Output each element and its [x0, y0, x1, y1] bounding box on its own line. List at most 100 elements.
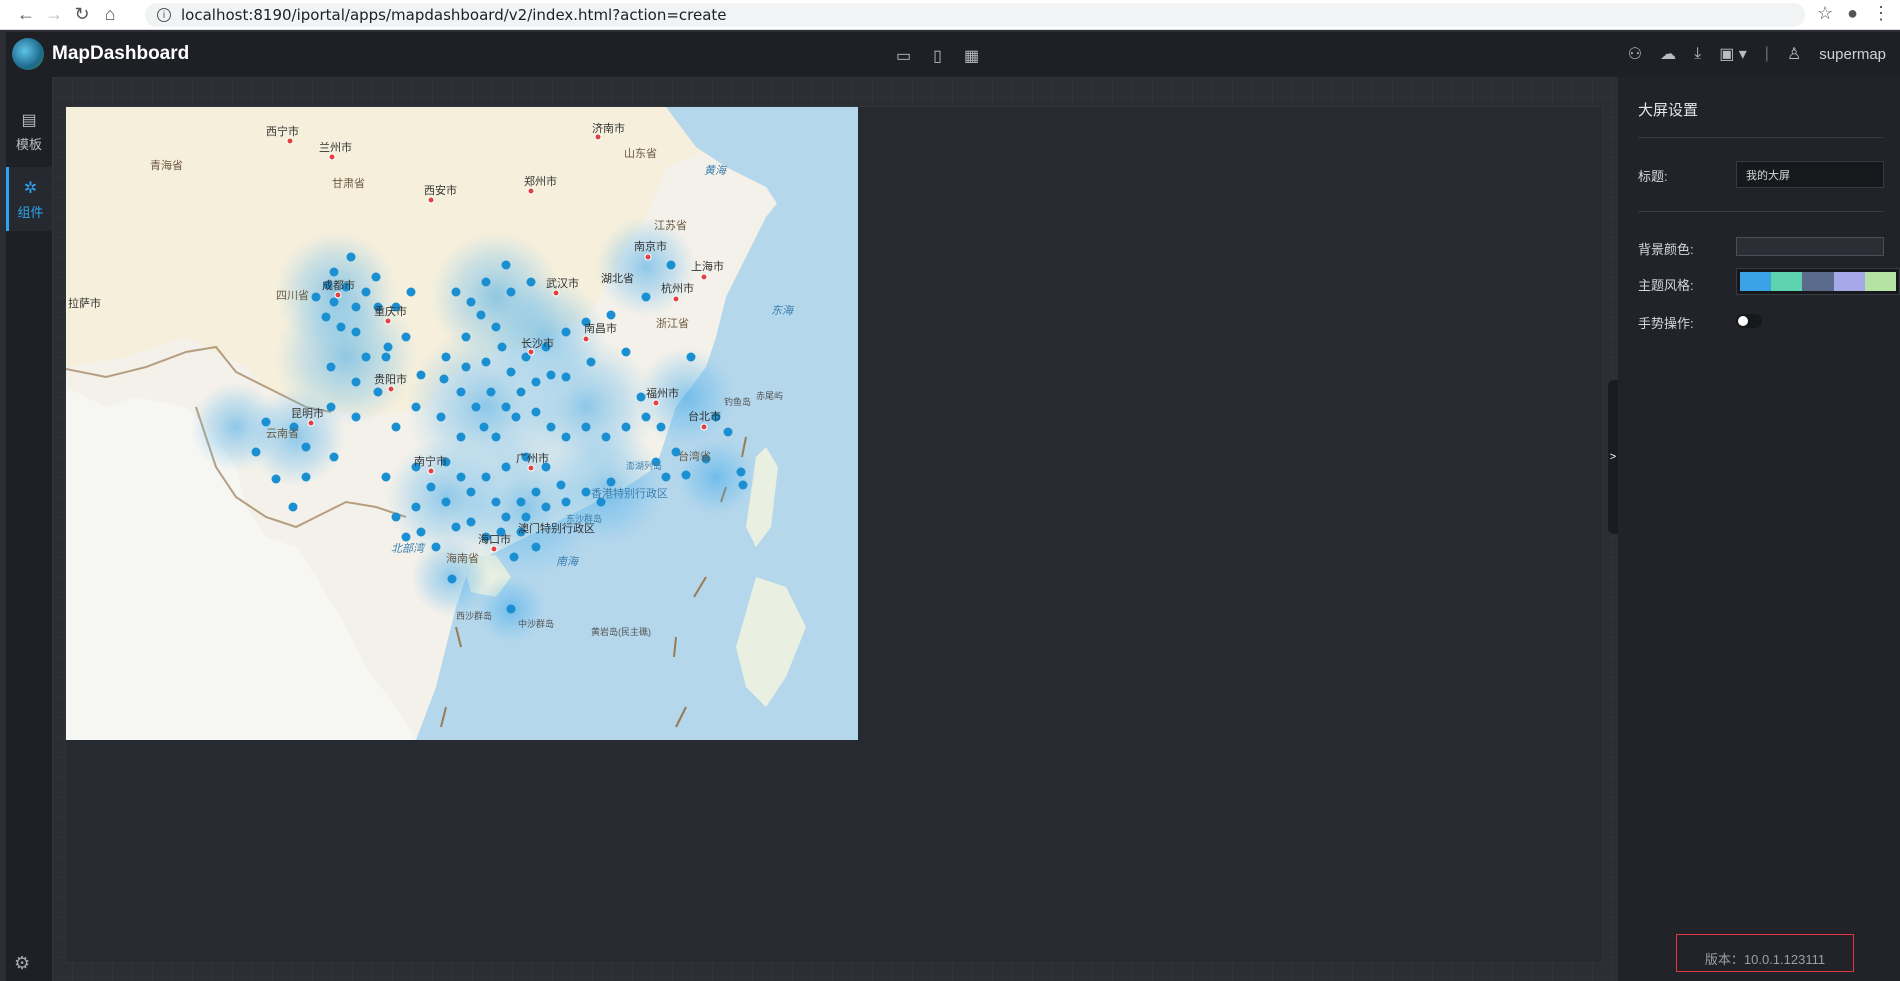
map-label: 海口市	[478, 532, 511, 546]
header-divider: |	[1764, 45, 1769, 62]
map-label: 武汉市	[546, 276, 579, 290]
url-text: localhost:8190/iportal/apps/mapdashboard…	[181, 6, 727, 24]
nine-dash-line	[440, 706, 447, 728]
map-label: 广州市	[516, 451, 549, 465]
template-icon: ▤	[21, 111, 37, 129]
map-label: 南京市	[634, 239, 667, 253]
map-label: 青海省	[150, 158, 183, 172]
component-icon: ✲	[23, 179, 38, 197]
map-label: 湖北省	[601, 272, 634, 285]
map-label: 云南省	[266, 427, 299, 440]
sidebar-item-component[interactable]: ✲ 组件	[6, 167, 52, 231]
map-label: 郑州市	[524, 174, 557, 188]
map-label: 海南省	[446, 551, 479, 565]
sidebar-item-template[interactable]: ▤ 模板	[6, 99, 52, 163]
app-header: MapDashboard ▭ ▯ ▦ ⚇ ☁ ⤓ ▣ ▾ | ♙ superma…	[6, 32, 1900, 77]
map-label: 西宁市	[266, 124, 299, 138]
map-label: 香港特别行政区	[591, 486, 668, 500]
download-icon[interactable]: ⤓	[1694, 45, 1701, 63]
map-widget[interactable]: 西宁市 兰州市 青海省 甘肃省 西安市 郑州市 济南市 山东省 黄海 南京市 江…	[66, 107, 858, 740]
menu-icon[interactable]: ⋮	[1872, 3, 1890, 24]
theme-color-swatch	[1740, 272, 1772, 291]
bg-color-label: 背景颜色:	[1638, 242, 1694, 257]
app-title: MapDashboard	[52, 43, 190, 64]
nine-dash-line	[455, 626, 462, 648]
map-label: 甘肃省	[332, 177, 365, 190]
sidebar-item-label: 模板	[15, 136, 42, 152]
heatmap-map[interactable]: 西宁市 兰州市 青海省 甘肃省 西安市 郑州市 济南市 山东省 黄海 南京市 江…	[66, 107, 858, 740]
account-icon[interactable]: ●	[1847, 3, 1858, 24]
gear-icon[interactable]: ⚙	[14, 953, 30, 974]
home-icon[interactable]: ⌂	[96, 1, 124, 29]
toggle-knob	[1738, 316, 1748, 326]
map-label: 兰州市	[319, 140, 352, 154]
panel-collapse-button[interactable]: >	[1608, 380, 1618, 534]
theme-select[interactable]	[1736, 268, 1900, 295]
dashboard-canvas: 西宁市 兰州市 青海省 甘肃省 西安市 郑州市 济南市 山东省 黄海 南京市 江…	[52, 77, 1617, 981]
reload-icon[interactable]: ↻	[68, 1, 96, 29]
map-label: 长沙市	[521, 336, 554, 350]
title-label: 标题:	[1638, 169, 1668, 184]
map-label: 北部湾	[391, 542, 426, 555]
map-label: 四川省	[276, 289, 309, 302]
map-label: 东沙群岛	[566, 513, 602, 524]
map-label: 黄岩岛(民主礁)	[591, 626, 651, 637]
map-label: 中沙群岛	[518, 618, 554, 629]
settings-panel: 大屏设置 标题: 背景颜色: 主题风格: 手势操作: 版本：10.0.1.123…	[1618, 77, 1900, 981]
map-label: 拉萨市	[68, 296, 101, 310]
map-label: 山东省	[624, 147, 657, 160]
title-input[interactable]	[1736, 161, 1884, 188]
panel-title: 大屏设置	[1638, 102, 1699, 119]
sidebar: ▤ 模板 ✲ 组件	[6, 77, 52, 981]
bookmark-star-icon[interactable]: ☆	[1817, 3, 1833, 24]
map-label: 钓鱼岛	[724, 396, 751, 407]
map-label: 福州市	[646, 386, 679, 400]
sidebar-item-label: 组件	[17, 204, 44, 220]
version-info: 版本：10.0.1.123111	[1676, 934, 1854, 972]
map-label: 赤尾屿	[756, 391, 783, 401]
upload-cloud-icon[interactable]: ☁	[1660, 44, 1676, 64]
theme-color-swatch	[1864, 272, 1897, 291]
divider	[1638, 137, 1883, 138]
map-label: 贵阳市	[374, 372, 407, 386]
map-label: 南海	[556, 555, 580, 568]
user-name[interactable]: supermap	[1819, 46, 1886, 63]
theme-color-swatch	[1771, 272, 1803, 291]
qrcode-icon[interactable]: ▦	[964, 46, 979, 66]
mobile-icon[interactable]: ▯	[933, 46, 942, 66]
map-label: 西沙群岛	[456, 610, 492, 621]
theme-color-swatch	[1802, 272, 1834, 291]
address-bar[interactable]: i localhost:8190/iportal/apps/mapdashboa…	[145, 3, 1805, 27]
map-label: 南宁市	[414, 454, 447, 468]
map-label: 上海市	[691, 259, 724, 273]
desktop-icon[interactable]: ▭	[896, 46, 911, 66]
back-arrow-icon[interactable]: ←	[12, 1, 40, 29]
map-label: 重庆市	[374, 304, 407, 318]
map-label: 成都市	[322, 278, 355, 292]
logo-icon	[12, 38, 44, 70]
save-icon[interactable]: ▣ ▾	[1719, 44, 1747, 64]
map-label: 浙江省	[656, 317, 689, 330]
gesture-label: 手势操作:	[1638, 316, 1694, 331]
dashboard-workspace[interactable]: 西宁市 兰州市 青海省 甘肃省 西安市 郑州市 济南市 山东省 黄海 南京市 江…	[65, 106, 1603, 963]
theme-color-swatch	[1833, 272, 1865, 291]
map-label: 南昌市	[584, 321, 617, 335]
map-label: 济南市	[592, 121, 625, 135]
divider	[1638, 211, 1883, 212]
map-label: 西安市	[424, 183, 457, 197]
user-setting-icon[interactable]: ⚇	[1628, 44, 1642, 64]
version-text: 版本：10.0.1.123111	[1704, 952, 1826, 967]
theme-label: 主题风格:	[1638, 278, 1694, 293]
bg-color-picker[interactable]	[1736, 237, 1884, 256]
user-icon[interactable]: ♙	[1787, 44, 1801, 64]
map-label: 黄海	[704, 164, 728, 177]
map-label: 台北市	[688, 409, 721, 423]
map-label: 江苏省	[654, 219, 687, 232]
info-icon[interactable]: i	[157, 8, 171, 22]
map-label: 东海	[771, 304, 795, 317]
forward-arrow-icon[interactable]: →	[40, 1, 68, 29]
map-label: 杭州市	[661, 281, 694, 295]
browser-toolbar: ← → ↻ ⌂ i localhost:8190/iportal/apps/ma…	[0, 0, 1900, 30]
map-label: 台湾省	[678, 449, 711, 463]
gesture-toggle[interactable]	[1736, 314, 1762, 328]
